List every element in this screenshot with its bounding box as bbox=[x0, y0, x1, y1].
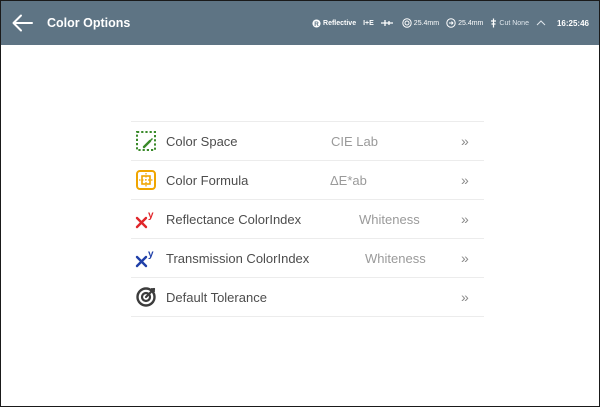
svg-text:R: R bbox=[314, 20, 319, 27]
svg-text:y: y bbox=[148, 249, 154, 260]
connection-icon bbox=[536, 20, 546, 26]
chevron-right-icon: » bbox=[461, 211, 469, 227]
menu-item-label: Color Formula bbox=[166, 172, 249, 188]
menu-item-reflectance-colorindex[interactable]: y Reflectance ColorIndex Whiteness » bbox=[131, 200, 484, 239]
cut-text: Cut None bbox=[499, 19, 529, 27]
status-signal bbox=[536, 19, 548, 27]
menu-item-value: CIE Lab bbox=[331, 133, 378, 149]
chevron-right-icon: » bbox=[461, 133, 469, 149]
status-time: 16:25:46 bbox=[556, 18, 589, 28]
svg-text:y: y bbox=[148, 210, 154, 221]
menu-item-label: Default Tolerance bbox=[166, 289, 267, 305]
status-mode: R Reflective bbox=[312, 18, 357, 28]
back-button[interactable] bbox=[1, 1, 43, 45]
menu-item-value: ΔE*ab bbox=[330, 172, 367, 188]
reflectance-index-icon: y bbox=[135, 208, 157, 230]
color-options-menu: Color Space CIE Lab » Color Formula ΔE*a… bbox=[131, 121, 484, 317]
transmission-index-icon: y bbox=[135, 247, 157, 269]
chevron-right-icon: » bbox=[461, 172, 469, 188]
top-bar: Color Options R Reflective I+E 25.4mm 25… bbox=[1, 1, 599, 45]
menu-item-color-formula[interactable]: Color Formula ΔE*ab » bbox=[131, 161, 484, 200]
status-mode-text: Reflective bbox=[323, 19, 357, 27]
menu-item-label: Color Space bbox=[166, 133, 238, 149]
app-window: Color Options R Reflective I+E 25.4mm 25… bbox=[0, 0, 600, 407]
menu-item-label: Transmission ColorIndex bbox=[166, 250, 310, 266]
status-ie: I+E bbox=[363, 19, 374, 27]
status-aperture-2: 25.4mm bbox=[446, 18, 483, 28]
menu-item-value: Whiteness bbox=[365, 250, 426, 266]
aperture-1-text: 25.4mm bbox=[413, 19, 440, 27]
reflective-mode-icon: R bbox=[312, 18, 321, 27]
status-bar: R Reflective I+E 25.4mm 25.4mm Cut None … bbox=[305, 1, 589, 45]
color-space-icon bbox=[135, 130, 157, 152]
menu-item-value: Whiteness bbox=[359, 211, 420, 227]
chevron-right-icon: » bbox=[461, 289, 469, 305]
usb-plug-icon bbox=[380, 20, 393, 26]
arrow-left-icon bbox=[12, 14, 33, 32]
filter-cut-icon bbox=[491, 18, 497, 28]
menu-item-label: Reflectance ColorIndex bbox=[166, 211, 302, 227]
color-formula-icon bbox=[135, 169, 157, 191]
lens-rotate-icon bbox=[446, 18, 456, 28]
menu-item-color-space[interactable]: Color Space CIE Lab » bbox=[131, 122, 484, 161]
aperture-2-text: 25.4mm bbox=[458, 19, 484, 27]
status-cut: Cut None bbox=[490, 18, 529, 28]
menu-item-transmission-colorindex[interactable]: y Transmission ColorIndex Whiteness » bbox=[131, 239, 484, 278]
status-sensor bbox=[380, 19, 395, 27]
chevron-right-icon: » bbox=[461, 250, 469, 266]
page-title: Color Options bbox=[47, 16, 131, 30]
tolerance-target-icon bbox=[135, 286, 157, 308]
aperture-icon bbox=[402, 18, 412, 28]
menu-item-default-tolerance[interactable]: Default Tolerance » bbox=[131, 278, 484, 317]
status-aperture-1: 25.4mm bbox=[402, 18, 439, 28]
